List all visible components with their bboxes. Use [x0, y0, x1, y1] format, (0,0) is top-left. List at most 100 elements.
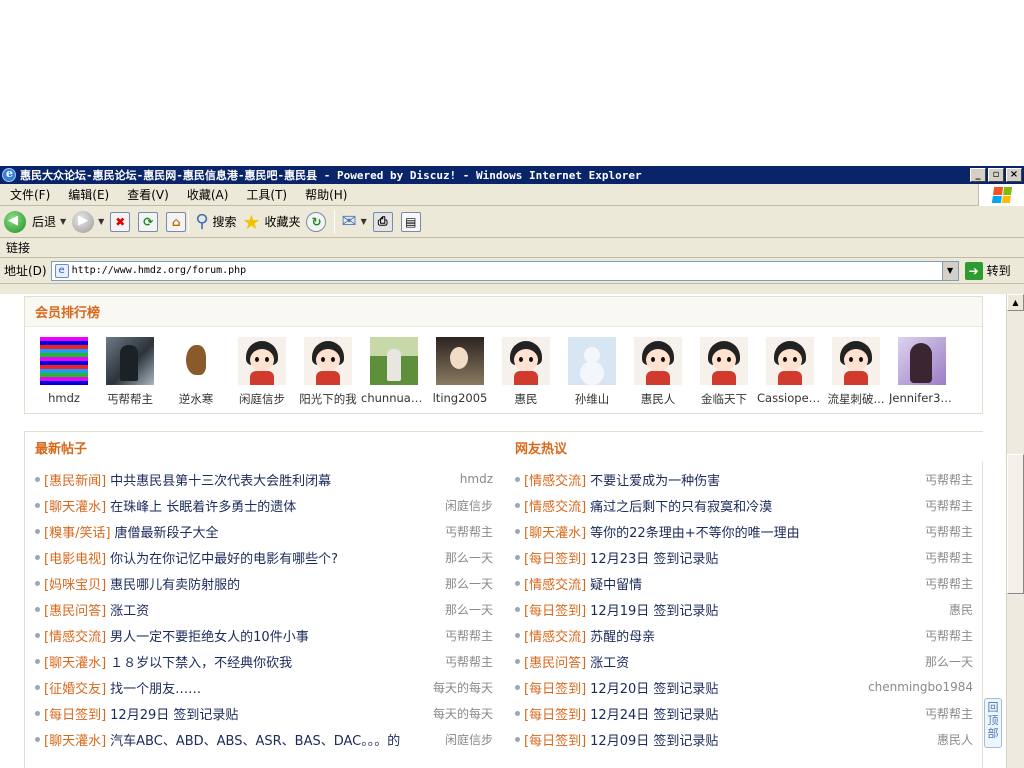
- post-author[interactable]: 闲庭信步: [445, 497, 493, 514]
- post-author[interactable]: 每天的每天: [433, 679, 493, 696]
- member-name[interactable]: 逆水寒: [179, 391, 214, 407]
- post-title[interactable]: 苏醒的母亲: [590, 626, 655, 645]
- address-dropdown-icon[interactable]: ▼: [941, 261, 958, 280]
- member-avatar[interactable]: [40, 337, 88, 385]
- member-item[interactable]: 惠民人: [625, 337, 691, 407]
- member-item[interactable]: 金临天下: [691, 337, 757, 407]
- member-item[interactable]: chunnuan...: [361, 337, 427, 407]
- post-category[interactable]: [聊天灌水]: [44, 730, 106, 749]
- member-item[interactable]: Jennifer369: [889, 337, 955, 407]
- post-title[interactable]: １８岁以下禁入，不经典你砍我: [110, 652, 292, 671]
- post-title[interactable]: 疑中留情: [590, 574, 642, 593]
- post-author[interactable]: 丐帮帮主: [925, 471, 973, 488]
- scroll-up-icon[interactable]: ▲: [1007, 294, 1024, 311]
- post-author[interactable]: 丐帮帮主: [925, 575, 973, 592]
- menu-view[interactable]: 查看(V): [127, 186, 169, 203]
- post-title[interactable]: 痛过之后剩下的只有寂寞和冷漠: [590, 496, 772, 515]
- post-author[interactable]: 闲庭信步: [445, 731, 493, 748]
- member-name[interactable]: 金临天下: [701, 391, 747, 407]
- post-category[interactable]: [情感交流]: [524, 574, 586, 593]
- scroll-thumb[interactable]: [1007, 454, 1024, 594]
- post-category[interactable]: [妈咪宝贝]: [44, 574, 106, 593]
- member-avatar[interactable]: [370, 337, 418, 385]
- member-name[interactable]: 流星刺破...: [828, 391, 885, 407]
- post-category[interactable]: [惠民问答]: [44, 600, 106, 619]
- post-title[interactable]: 中共惠民县第十三次代表大会胜利闭幕: [110, 470, 331, 489]
- close-button[interactable]: ×: [1006, 168, 1022, 182]
- go-button[interactable]: ➔ 转到: [964, 261, 1011, 280]
- member-name[interactable]: 孙维山: [575, 391, 610, 407]
- refresh-icon[interactable]: ⟳: [138, 211, 159, 232]
- post-author[interactable]: 丐帮帮主: [925, 549, 973, 566]
- post-title[interactable]: 12月20日 签到记录贴: [590, 678, 718, 697]
- member-avatar[interactable]: [172, 337, 220, 385]
- forward-dropdown-icon[interactable]: ▼: [98, 217, 104, 226]
- post-author[interactable]: 那么一天: [445, 549, 493, 566]
- post-title[interactable]: 在珠峰上 长眠着许多勇士的遗体: [110, 496, 296, 515]
- mail-dropdown-icon[interactable]: ▼: [361, 217, 367, 226]
- member-avatar[interactable]: [502, 337, 550, 385]
- post-title[interactable]: 你认为在你记忆中最好的电影有哪些个?: [110, 548, 338, 567]
- stop-icon[interactable]: ✖: [110, 211, 131, 232]
- post-category[interactable]: [每日签到]: [524, 730, 586, 749]
- post-author[interactable]: 丐帮帮主: [925, 627, 973, 644]
- post-author[interactable]: 丐帮帮主: [445, 653, 493, 670]
- post-category[interactable]: [惠民新闻]: [44, 470, 106, 489]
- member-item[interactable]: lting2005: [427, 337, 493, 407]
- post-author[interactable]: hmdz: [460, 472, 493, 486]
- post-category[interactable]: [每日签到]: [524, 600, 586, 619]
- post-author[interactable]: 惠民人: [937, 731, 973, 748]
- member-name[interactable]: Jennifer369: [889, 391, 955, 405]
- post-category[interactable]: [征婚交友]: [44, 678, 106, 697]
- menu-favorites[interactable]: 收藏(A): [187, 186, 229, 203]
- edit-page-icon[interactable]: ▤: [400, 211, 421, 232]
- post-title[interactable]: 12月09日 签到记录贴: [590, 730, 718, 749]
- back-dropdown-icon[interactable]: ▼: [60, 217, 66, 226]
- post-author[interactable]: 丐帮帮主: [925, 523, 973, 540]
- post-category[interactable]: [情感交流]: [44, 626, 106, 645]
- member-avatar[interactable]: [436, 337, 484, 385]
- member-item[interactable]: 孙维山: [559, 337, 625, 407]
- member-name[interactable]: 丐帮帮主: [107, 391, 153, 407]
- member-name[interactable]: lting2005: [433, 391, 488, 405]
- post-title[interactable]: 汽车ABC、ABD、ABS、ASR、BAS、DAC。。。的: [110, 730, 400, 749]
- minimize-button[interactable]: _: [970, 168, 986, 182]
- post-author[interactable]: 每天的每天: [433, 705, 493, 722]
- post-category[interactable]: [每日签到]: [524, 548, 586, 567]
- member-item[interactable]: 阳光下的我: [295, 337, 361, 407]
- post-title[interactable]: 不要让爱成为一种伤害: [590, 470, 720, 489]
- post-author[interactable]: 那么一天: [925, 653, 973, 670]
- post-title[interactable]: 男人一定不要拒绝女人的10件小事: [110, 626, 309, 645]
- member-avatar[interactable]: [832, 337, 880, 385]
- back-to-top-button[interactable]: 回顶部: [984, 698, 1002, 748]
- menu-file[interactable]: 文件(F): [10, 186, 50, 203]
- post-category[interactable]: [情感交流]: [524, 496, 586, 515]
- home-icon[interactable]: ⌂: [166, 211, 187, 232]
- member-avatar[interactable]: [106, 337, 154, 385]
- post-title[interactable]: 惠民哪儿有卖防射服的: [110, 574, 240, 593]
- member-avatar[interactable]: [634, 337, 682, 385]
- post-category[interactable]: [电影电视]: [44, 548, 106, 567]
- post-category[interactable]: [聊天灌水]: [44, 496, 106, 515]
- post-category[interactable]: [每日签到]: [524, 678, 586, 697]
- address-url[interactable]: http://www.hmdz.org/forum.php: [72, 265, 942, 276]
- print-icon[interactable]: ⎙: [372, 211, 393, 232]
- member-avatar[interactable]: [238, 337, 286, 385]
- post-author[interactable]: 丐帮帮主: [445, 627, 493, 644]
- member-name[interactable]: 惠民: [515, 391, 538, 407]
- member-avatar[interactable]: [304, 337, 352, 385]
- post-author[interactable]: 丐帮帮主: [445, 523, 493, 540]
- post-title[interactable]: 12月19日 签到记录贴: [590, 600, 718, 619]
- post-author[interactable]: 那么一天: [445, 601, 493, 618]
- menu-help[interactable]: 帮助(H): [305, 186, 347, 203]
- post-category[interactable]: [惠民问答]: [524, 652, 586, 671]
- post-author[interactable]: chenmingbo1984: [868, 680, 973, 694]
- member-item[interactable]: 逆水寒: [163, 337, 229, 407]
- post-author[interactable]: 惠民: [949, 601, 973, 618]
- vertical-scrollbar[interactable]: ▲: [1006, 294, 1024, 768]
- post-title[interactable]: 等你的22条理由+不等你的唯一理由: [590, 522, 799, 541]
- post-author[interactable]: 丐帮帮主: [925, 705, 973, 722]
- member-name[interactable]: 闲庭信步: [239, 391, 285, 407]
- post-category[interactable]: [聊天灌水]: [524, 522, 586, 541]
- member-name[interactable]: Cassiopeia.H: [757, 391, 823, 405]
